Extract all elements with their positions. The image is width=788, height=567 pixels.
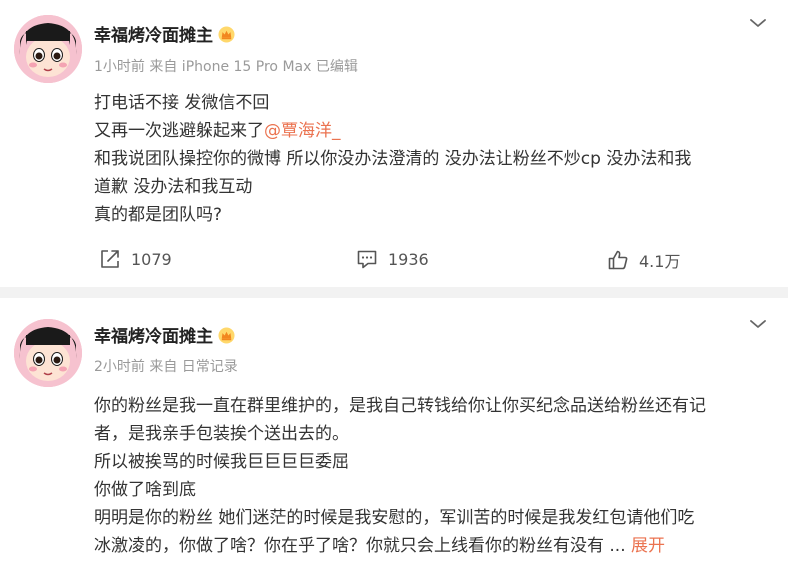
comment-count: 1936 xyxy=(388,249,429,269)
action-bar: 1079 1936 4.1万 xyxy=(0,248,788,276)
weibo-post: 幸福烤冷面摊主 1小时前 来自 iPhone 15 Pro Max 已编辑 打电… xyxy=(0,0,788,287)
like-count: 4.1万 xyxy=(639,252,681,271)
post-line-text: 冰激凌的，你做了啥？你在乎了啥？你就只会上线看你的粉丝有没有 ... xyxy=(94,536,626,556)
post-meta: 1小时前 来自 iPhone 15 Pro Max 已编辑 xyxy=(94,59,358,75)
chevron-down-icon[interactable] xyxy=(748,317,768,331)
repost-count: 1079 xyxy=(131,249,172,269)
username-text[interactable]: 幸福烤冷面摊主 xyxy=(94,26,213,46)
post-line: 真的都是团队吗? xyxy=(94,205,223,225)
username[interactable]: 幸福烤冷面摊主 xyxy=(94,326,235,348)
expand-link[interactable]: 展开 xyxy=(631,536,665,556)
comment-icon xyxy=(357,250,377,269)
avatar[interactable] xyxy=(14,15,82,83)
repost-icon xyxy=(101,250,119,268)
comment-button[interactable]: 1936 xyxy=(356,248,429,270)
post-line: 你的粉丝是我一直在群里维护的，是我自己转钱给你让你买纪念品送给粉丝还有记 xyxy=(94,396,706,416)
post-line: 和我说团队操控你的微博 所以你没办法澄清的 没办法让粉丝不炒cp 没办法和我 xyxy=(94,149,692,169)
crown-icon xyxy=(218,327,235,344)
post-line: 冰激凌的，你做了啥？你在乎了啥？你就只会上线看你的粉丝有没有 ... 展开 xyxy=(94,532,774,560)
username[interactable]: 幸福烤冷面摊主 xyxy=(94,25,235,47)
post-line: 道歉 没办法和我互动 xyxy=(94,177,253,197)
like-icon xyxy=(608,250,628,270)
post-line: 你做了啥到底 xyxy=(94,480,196,500)
post-line: 又再一次逃避躲起来了@覃海洋_ xyxy=(94,117,774,145)
weibo-post: 幸福烤冷面摊主 2小时前 来自 日常记录 你的粉丝是我一直在群里维护的，是我自己… xyxy=(0,298,788,567)
post-meta: 2小时前 来自 日常记录 xyxy=(94,359,238,375)
post-line: 打电话不接 发微信不回 xyxy=(94,93,270,113)
repost-button[interactable]: 1079 xyxy=(99,248,172,270)
avatar[interactable] xyxy=(14,319,82,387)
post-line: 明明是你的粉丝 她们迷茫的时候是我安慰的，军训苦的时候是我发红包请他们吃 xyxy=(94,508,695,528)
post-line-text: 又再一次逃避躲起来了 xyxy=(94,121,264,141)
mention-link[interactable]: @覃海洋_ xyxy=(264,121,341,141)
like-button[interactable]: 4.1万 xyxy=(607,248,680,272)
username-text[interactable]: 幸福烤冷面摊主 xyxy=(94,327,213,347)
chevron-down-icon[interactable] xyxy=(748,16,768,30)
post-body: 你的粉丝是我一直在群里维护的，是我自己转钱给你让你买纪念品送给粉丝还有记 者，是… xyxy=(94,392,774,560)
post-line: 所以被挨骂的时候我巨巨巨巨委屈 xyxy=(94,452,349,472)
crown-icon xyxy=(218,26,235,43)
post-body: 打电话不接 发微信不回 又再一次逃避躲起来了@覃海洋_ 和我说团队操控你的微博 … xyxy=(94,89,774,229)
feed-separator xyxy=(0,287,788,298)
post-line: 者，是我亲手包装挨个送出去的。 xyxy=(94,424,349,444)
